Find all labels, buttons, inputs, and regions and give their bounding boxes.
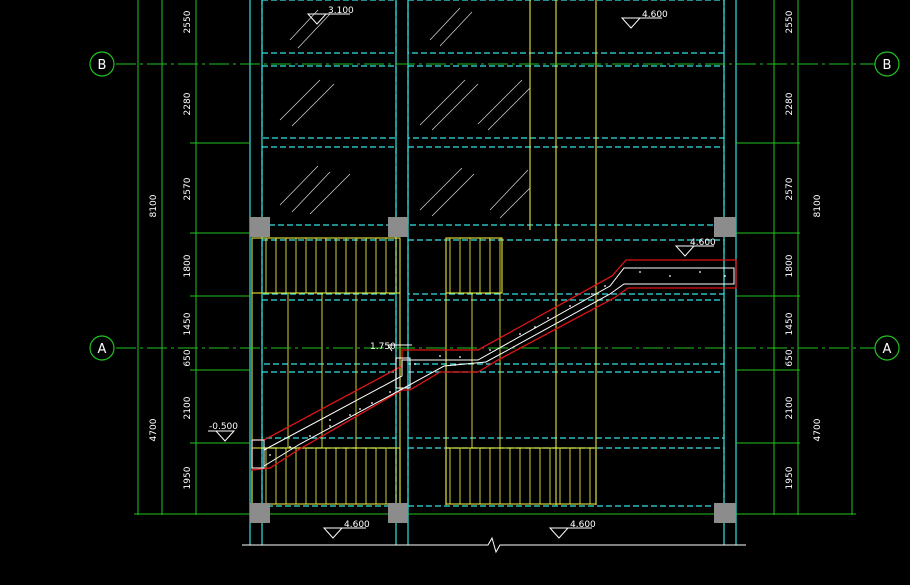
concrete-hatch-dot [414,363,416,365]
cad-drawing-canvas: B B A A 2550 2280 2570 1800 1450 650 210… [0,0,910,585]
dim-left-4: 1450 [183,312,193,335]
dim-total-upper-left: 8100 [149,194,159,217]
concrete-hatch-dot [371,402,373,404]
elev-bottom-left: 4.600 [344,520,370,530]
dim-right-3: 1800 [785,254,795,277]
elev-start: -0.500 [209,422,238,432]
concrete-hatch-dot [547,317,549,319]
dim-right-7: 1950 [785,466,795,489]
concrete-hatch-dot [591,293,593,295]
axis-bubble-b-left: B [89,51,115,77]
svg-text:B: B [883,58,892,73]
concrete-hatch-dot [534,326,536,328]
concrete-hatch-dot [439,355,441,357]
concrete-hatch-dot [269,454,271,456]
concrete-hatch-dot [459,356,461,358]
dim-right-4: 1450 [785,312,795,335]
concrete-hatch-dot [389,391,391,393]
axis-bubble-a-left: A [89,335,115,361]
dim-total-upper-right: 8100 [813,194,823,217]
concrete-hatch-dot [454,364,456,366]
concrete-hatch-dot [569,305,571,307]
dim-total-lower-right: 4700 [813,418,823,441]
elev-bottom-right: 4.600 [570,520,596,530]
elev-upper-landing: 4.600 [690,238,716,248]
concrete-hatch-dot [359,408,361,410]
axis-bubble-a-right: A [874,335,900,361]
concrete-hatch-dot [604,285,606,287]
dim-left-0: 2550 [183,10,193,33]
dim-left-6: 2100 [183,396,193,419]
axis-bubble-b-right: B [874,51,900,77]
dim-left-7: 1950 [183,466,193,489]
dim-left-2: 2570 [183,177,193,200]
dim-right-2: 2570 [785,177,795,200]
elev-mid-landing: 1.750 [370,342,396,352]
concrete-hatch-dot [309,435,311,437]
dim-left-5: 650 [183,349,193,366]
concrete-hatch-dot [489,349,491,351]
concrete-hatch-dot [329,419,331,421]
dim-right-5: 650 [785,349,795,366]
concrete-hatch-dot [289,446,291,448]
concrete-hatch-dot [699,271,701,273]
concrete-hatch-dot [669,275,671,277]
svg-text:A: A [883,342,892,357]
elev-top-right: 4.600 [642,10,668,20]
dim-total-lower-left: 4700 [149,418,159,441]
concrete-hatch-dot [639,271,641,273]
concrete-hatch-dot [724,275,726,277]
concrete-hatch-dot [349,414,351,416]
svg-text:B: B [98,58,107,73]
elev-top-left: 3.100 [328,6,354,16]
dim-left-3: 1800 [183,254,193,277]
dim-left-1: 2280 [183,92,193,115]
dim-right-1: 2280 [785,92,795,115]
dim-right-6: 2100 [785,396,795,419]
concrete-hatch-dot [519,333,521,335]
concrete-hatch-dot [329,425,331,427]
svg-text:A: A [98,342,107,357]
dim-right-0: 2550 [785,10,795,33]
